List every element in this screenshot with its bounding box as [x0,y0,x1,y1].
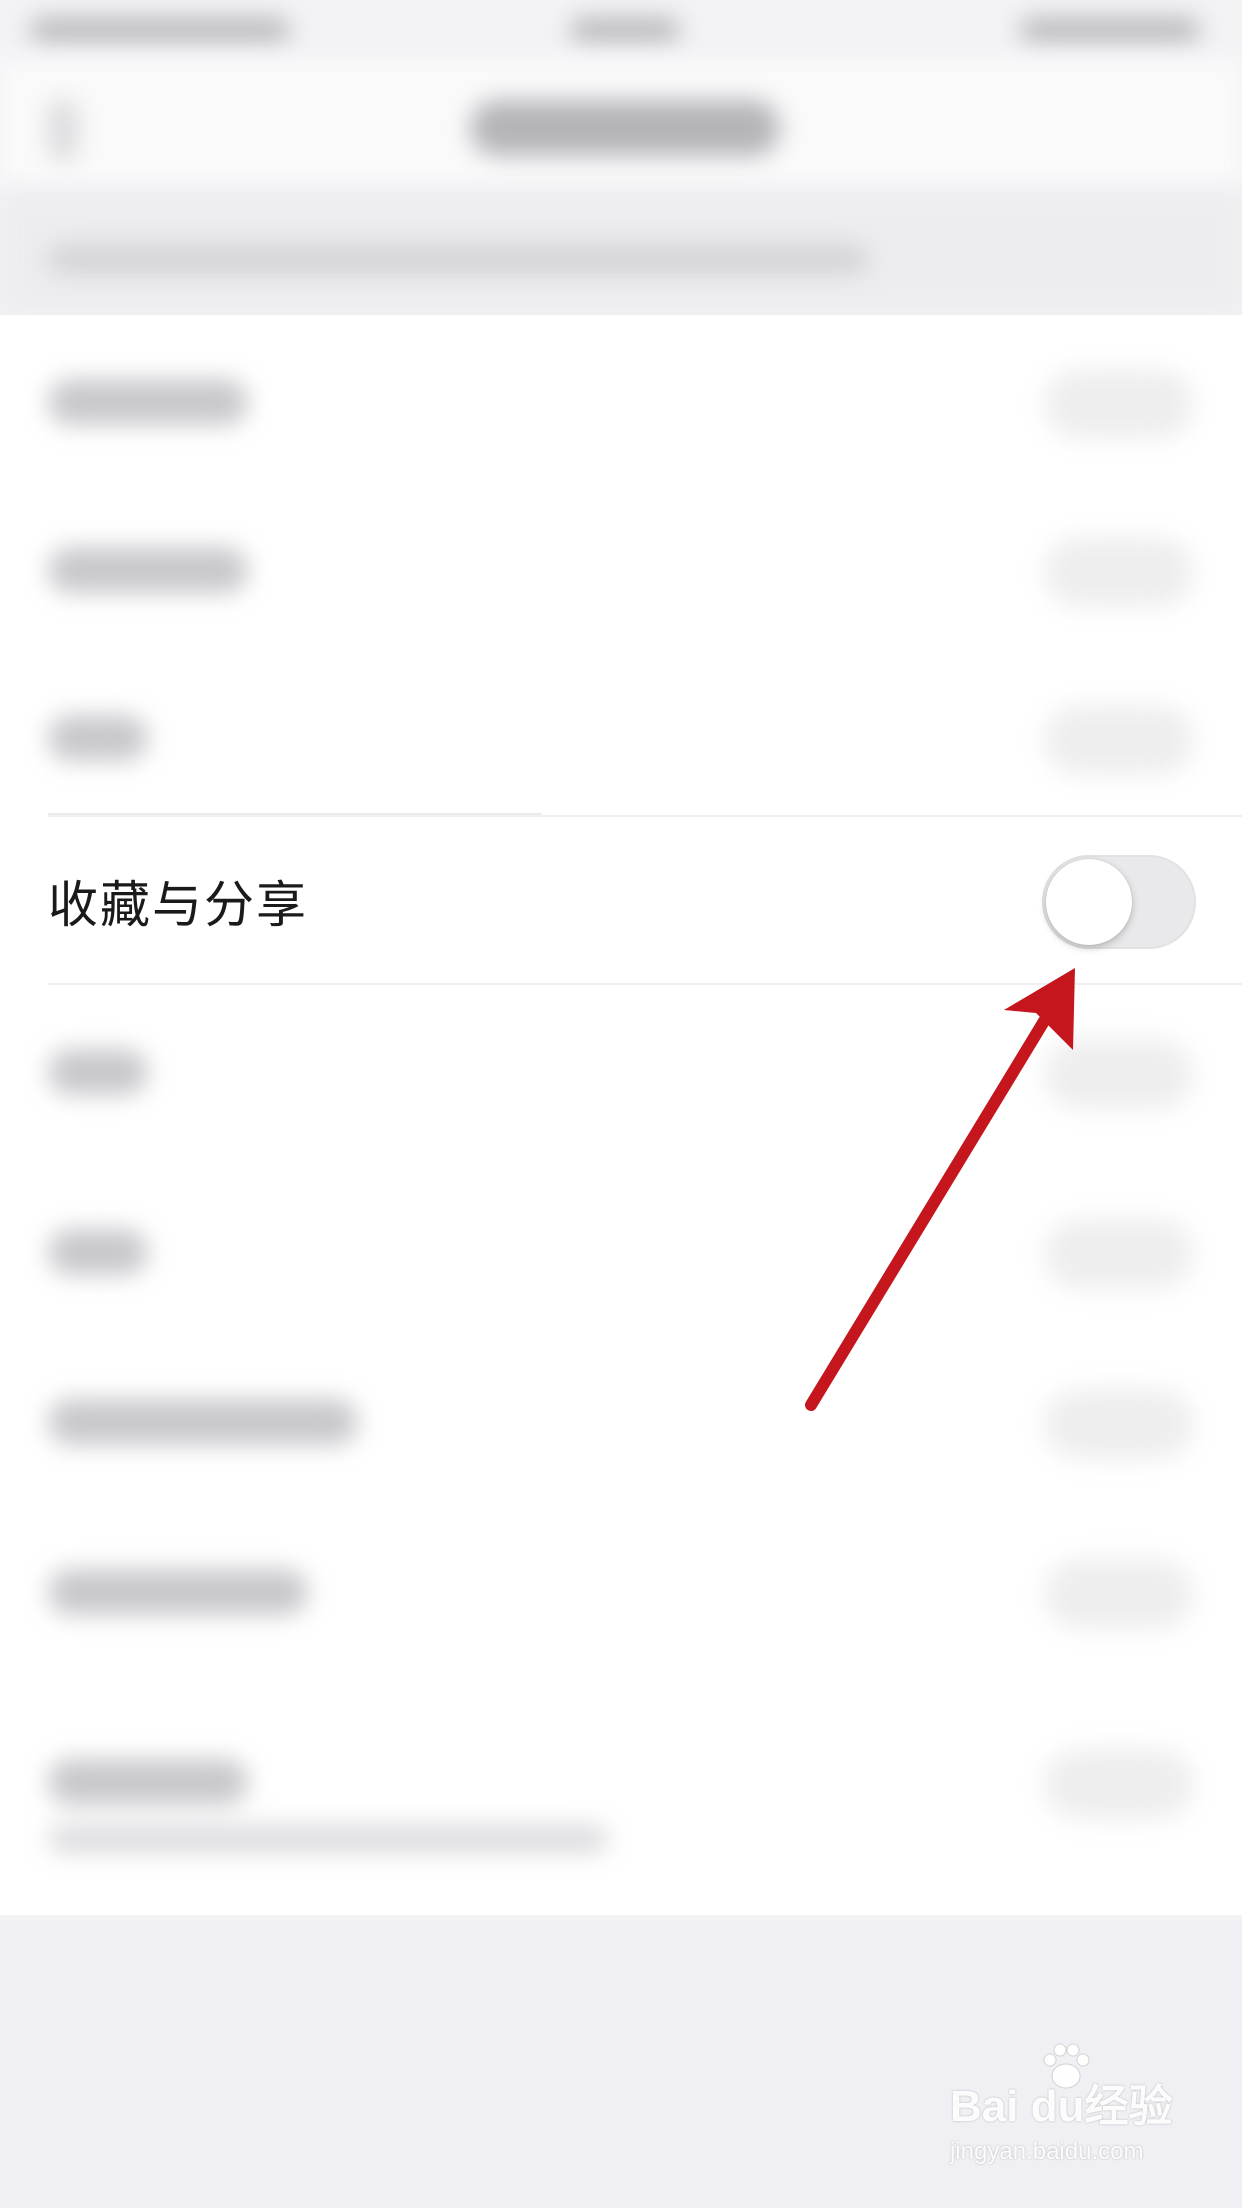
status-time-blob [570,18,680,42]
favorites-share-toggle[interactable] [1042,855,1196,949]
blurred-row-label [48,547,248,593]
blurred-row-label [48,379,248,425]
blurred-toggle[interactable] [1044,537,1194,607]
blurred-row-label [48,1229,148,1275]
settings-list [0,315,1242,1915]
section-hint-text-blob [48,245,868,273]
blurred-row-label [48,1049,148,1095]
blurred-row[interactable] [0,315,1242,483]
blurred-row[interactable] [0,1335,1242,1503]
blurred-row[interactable] [0,1695,1242,1905]
blurred-row-label [48,715,148,761]
blurred-row[interactable] [0,1165,1242,1333]
back-icon[interactable] [48,100,78,160]
favorites-share-row: 收藏与分享 [0,815,1242,985]
blurred-toggle[interactable] [1044,1559,1194,1629]
blurred-row[interactable] [0,483,1242,651]
page-title-blob [470,100,780,156]
navigation-bar [0,60,1242,190]
status-bar [0,0,1242,60]
watermark-url: jingyan.baidu.com [950,2138,1144,2165]
blurred-row[interactable] [0,1505,1242,1673]
blurred-row-label [48,1759,248,1805]
blurred-toggle[interactable] [1044,1389,1194,1459]
blurred-row-sublabel [48,1825,608,1853]
blurred-row-label [48,1569,308,1615]
divider [48,983,1242,985]
watermark: Bai du经验 jingyan.baidu.com [950,2043,1210,2190]
blurred-row-label [48,1399,358,1445]
divider [48,815,1242,817]
row-label: 收藏与分享 [48,876,308,934]
toggle-knob [1046,859,1132,945]
blurred-row[interactable] [0,985,1242,1153]
blurred-toggle[interactable] [1044,369,1194,439]
status-battery-blob [1020,18,1200,42]
blurred-toggle[interactable] [1044,1039,1194,1109]
blurred-toggle[interactable] [1044,1749,1194,1819]
blurred-row[interactable] [0,651,1242,819]
blurred-toggle[interactable] [1044,705,1194,775]
watermark-brand: Bai du经验 [950,2082,1173,2131]
blurred-toggle[interactable] [1044,1219,1194,1289]
status-carrier-blob [30,18,290,42]
